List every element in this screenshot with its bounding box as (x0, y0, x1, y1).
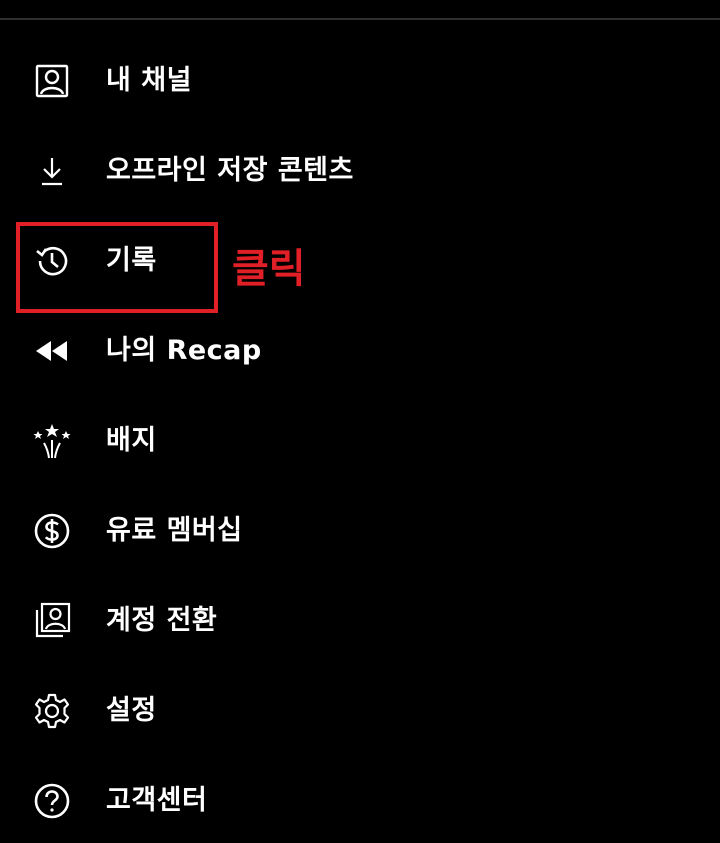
download-icon (32, 153, 72, 189)
switch-account-icon (32, 602, 72, 639)
rewind-icon (32, 333, 72, 369)
menu-item-my-recap[interactable]: 나의 Recap (0, 306, 720, 396)
highlight-box (16, 222, 218, 313)
menu-item-label: 유료 멤버십 (106, 515, 243, 546)
menu-item-my-channel[interactable]: 내 채널 (0, 36, 720, 126)
menu-item-label: 내 채널 (106, 65, 192, 96)
menu-item-label: 오프라인 저장 콘텐츠 (106, 155, 354, 186)
menu-item-badges[interactable]: 배지 (0, 396, 720, 486)
account-menu: 내 채널 오프라인 저장 콘텐츠 기록 나의 Recap 배지 유료 멤버십 계… (0, 36, 720, 843)
menu-item-paid-memberships[interactable]: 유료 멤버십 (0, 486, 720, 576)
menu-item-label: 배지 (106, 425, 157, 456)
menu-item-downloads[interactable]: 오프라인 저장 콘텐츠 (0, 126, 720, 216)
menu-item-label: 고객센터 (106, 785, 208, 816)
menu-item-label: 계정 전환 (106, 605, 218, 636)
account-box-icon (32, 63, 72, 99)
menu-item-label: 설정 (106, 695, 157, 726)
fireworks-badge-icon (32, 423, 72, 459)
gear-icon (32, 693, 72, 729)
menu-item-switch-account[interactable]: 계정 전환 (0, 576, 720, 666)
menu-item-help[interactable]: 고객센터 (0, 756, 720, 843)
dollar-circle-icon (32, 513, 72, 549)
menu-item-label: 나의 Recap (106, 335, 262, 366)
click-annotation: 클릭 (232, 246, 306, 292)
top-divider (0, 18, 720, 20)
menu-item-settings[interactable]: 설정 (0, 666, 720, 756)
help-circle-icon (32, 783, 72, 819)
